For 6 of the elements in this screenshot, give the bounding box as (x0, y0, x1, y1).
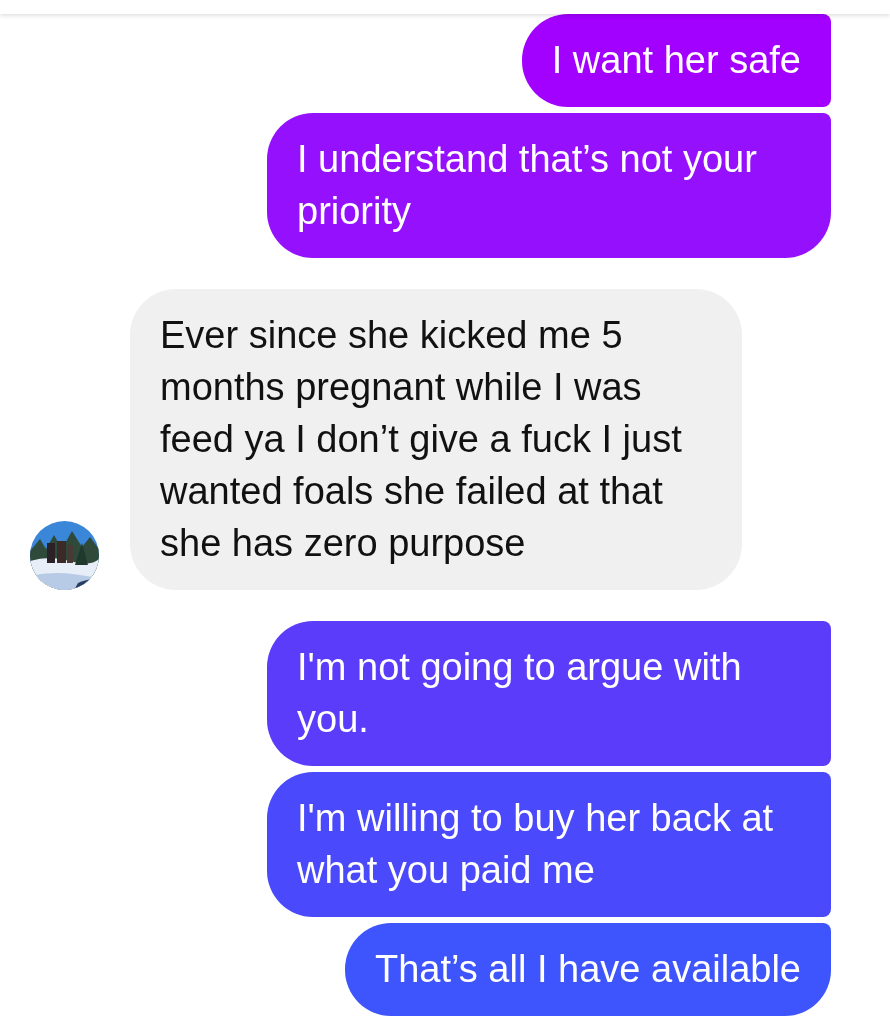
message-bubble: I understand that’s not your priority (267, 113, 831, 258)
message-bubble: I'm not going to argue with you. (267, 621, 831, 766)
message-bubble: That’s all I have available (345, 923, 831, 1016)
message-bubble: I want her safe (521, 14, 831, 107)
message-bubble: I'm willing to buy her back at what you paid me (267, 772, 831, 917)
message-bubble: Ever since she kicked me 5 months pregnant while I was feed ya I don’t give a fuck I just wanted foals she failed at that she has zero purpose (130, 289, 742, 590)
